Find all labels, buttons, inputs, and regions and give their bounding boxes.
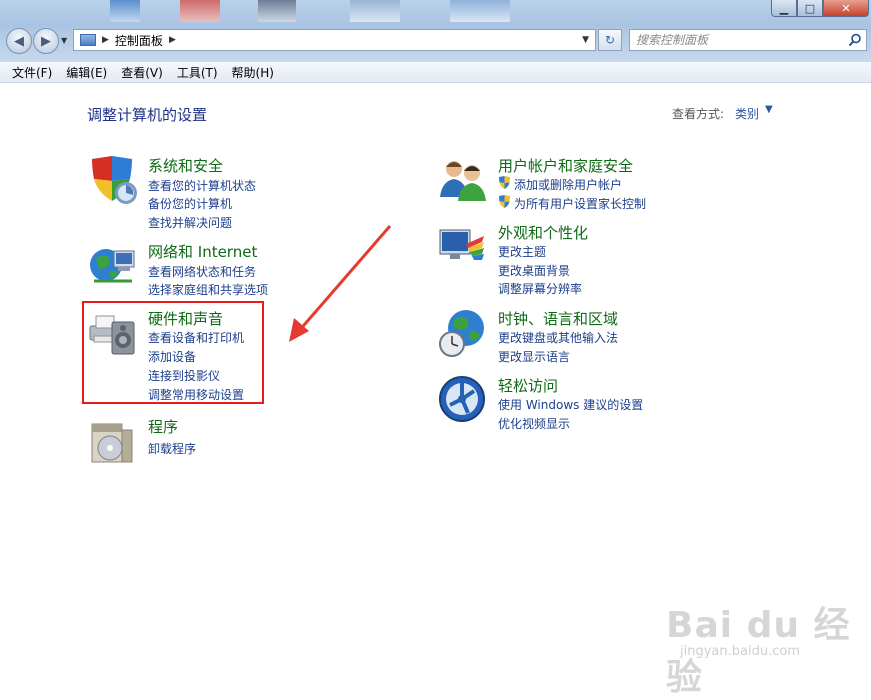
menu-help[interactable]: 帮助(H) [232, 64, 274, 81]
breadcrumb-separator-icon[interactable]: ▶ [102, 35, 109, 45]
search-icon[interactable] [848, 33, 862, 47]
link-backup-computer[interactable]: 备份您的计算机 [148, 195, 232, 212]
ease-of-access-icon[interactable] [438, 375, 488, 425]
programs-box-icon[interactable] [88, 416, 138, 466]
address-dropdown-icon[interactable]: ▼ [582, 35, 589, 45]
taskbar-thumbnail [258, 0, 296, 22]
taskbar-thumbnail [180, 0, 220, 22]
address-bar[interactable]: ▶ 控制面板 ▶ ▼ [73, 29, 596, 51]
link-windows-suggested[interactable]: 使用 Windows 建议的设置 [498, 396, 643, 413]
link-display-language[interactable]: 更改显示语言 [498, 348, 570, 365]
minimize-button[interactable]: ▁ [771, 0, 797, 17]
refresh-button[interactable]: ↻ [598, 29, 622, 51]
link-view-computer-status[interactable]: 查看您的计算机状态 [148, 177, 256, 194]
system-security-shield-icon[interactable] [88, 155, 138, 205]
view-by-chevron-down-icon[interactable]: ▼ [765, 104, 773, 115]
back-arrow-icon: ◀ [14, 33, 24, 49]
menu-tools[interactable]: 工具(T) [177, 64, 218, 81]
uac-shield-icon [499, 176, 510, 189]
menu-file[interactable]: 文件(F) [12, 64, 52, 81]
link-homegroup-sharing[interactable]: 选择家庭组和共享选项 [148, 281, 268, 298]
network-globe-icon[interactable] [88, 241, 138, 291]
close-button[interactable]: ✕ [823, 0, 869, 17]
search-input[interactable] [636, 33, 836, 47]
link-screen-resolution[interactable]: 调整屏幕分辨率 [498, 280, 582, 297]
taskbar-thumbnail [450, 0, 510, 22]
clock-globe-icon[interactable] [438, 308, 488, 358]
link-parental-controls[interactable]: 为所有用户设置家长控制 [514, 195, 646, 212]
search-box[interactable] [629, 29, 867, 51]
watermark-url: jingyan.baidu.com [680, 644, 800, 659]
link-add-remove-accounts[interactable]: 添加或删除用户帐户 [514, 176, 622, 193]
control-panel-icon [80, 34, 96, 46]
category-title-users[interactable]: 用户帐户和家庭安全 [498, 155, 633, 176]
menu-view[interactable]: 查看(V) [121, 64, 163, 81]
refresh-icon: ↻ [604, 33, 616, 47]
category-title-access[interactable]: 轻松访问 [498, 375, 558, 396]
highlight-box [82, 301, 264, 404]
category-title-network[interactable]: 网络和 Internet [148, 241, 257, 262]
menu-bar: 文件(F) 编辑(E) 查看(V) 工具(T) 帮助(H) [0, 62, 871, 83]
category-title-system[interactable]: 系统和安全 [148, 155, 223, 176]
breadcrumb-separator-icon[interactable]: ▶ [169, 35, 176, 45]
category-title-appearance[interactable]: 外观和个性化 [498, 222, 588, 243]
taskbar-thumbnail [350, 0, 400, 22]
link-desktop-background[interactable]: 更改桌面背景 [498, 262, 570, 279]
link-keyboard-input[interactable]: 更改键盘或其他输入法 [498, 329, 618, 346]
link-optimize-display[interactable]: 优化视频显示 [498, 415, 570, 432]
taskbar-thumbnail [110, 0, 140, 22]
category-title-programs[interactable]: 程序 [148, 416, 178, 437]
view-by-dropdown[interactable]: 类别 [735, 105, 759, 122]
link-uninstall-program[interactable]: 卸载程序 [148, 440, 196, 457]
category-title-clock[interactable]: 时钟、语言和区域 [498, 308, 618, 329]
link-troubleshoot[interactable]: 查找并解决问题 [148, 214, 232, 231]
page-title: 调整计算机的设置 [87, 106, 208, 124]
uac-shield-icon [499, 195, 510, 208]
recent-pages-dropdown[interactable]: ▼ [61, 36, 67, 45]
users-icon[interactable] [438, 155, 488, 205]
breadcrumb-control-panel[interactable]: 控制面板 [115, 32, 163, 49]
forward-arrow-icon: ▶ [41, 33, 51, 49]
appearance-monitor-icon[interactable] [438, 222, 488, 272]
menu-edit[interactable]: 编辑(E) [66, 64, 107, 81]
link-change-theme[interactable]: 更改主题 [498, 243, 546, 260]
back-button[interactable]: ◀ [6, 28, 32, 54]
link-network-status[interactable]: 查看网络状态和任务 [148, 263, 256, 280]
baidu-watermark: Bai du 经验 jingyan.baidu.com [666, 596, 871, 700]
view-by-label: 查看方式: [672, 107, 725, 121]
window-chrome: ▁ □ ✕ ◀ ▶ ▼ ▶ 控制面板 ▶ ▼ ↻ [0, 0, 871, 62]
maximize-button[interactable]: □ [797, 0, 823, 17]
window-controls: ▁ □ ✕ [771, 0, 869, 18]
forward-button[interactable]: ▶ [33, 28, 59, 54]
